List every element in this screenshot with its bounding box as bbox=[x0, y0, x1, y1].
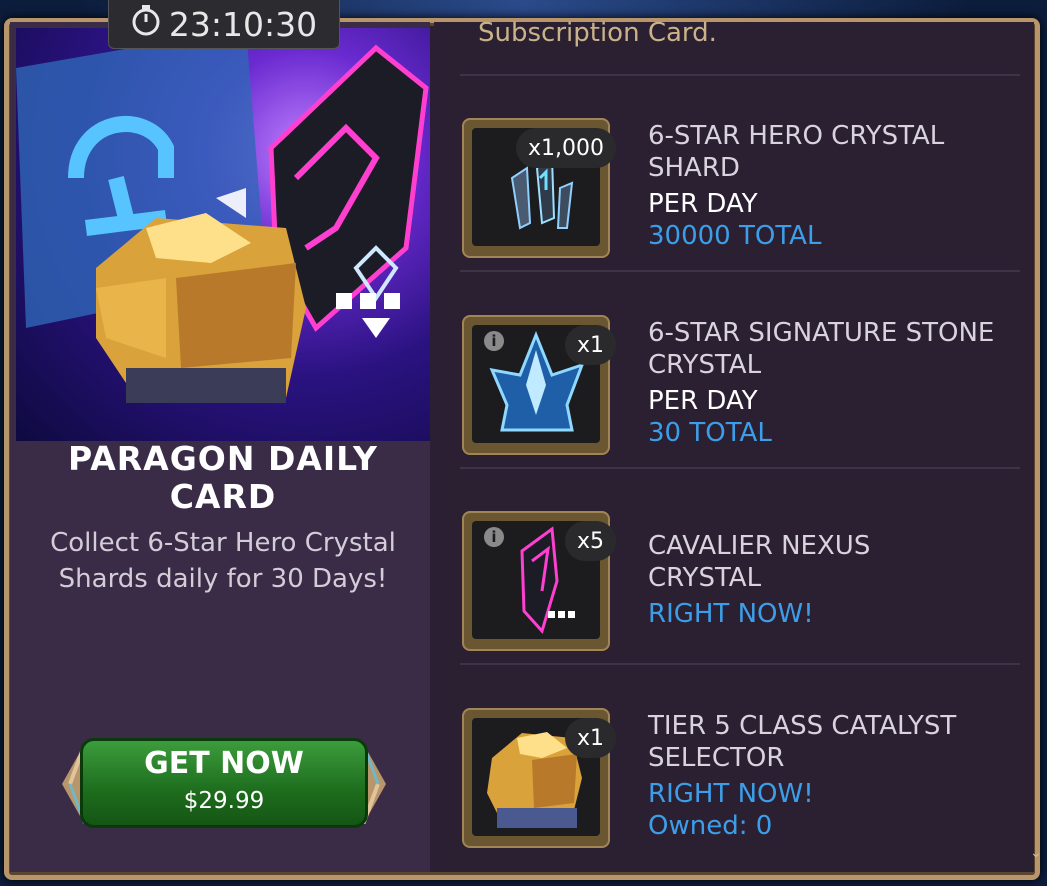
info-icon[interactable]: i bbox=[484, 527, 504, 547]
reward-frequency: PER DAY bbox=[648, 386, 758, 416]
reward-details: 6-STAR HERO CRYSTAL SHARD PER DAY 30000 … bbox=[648, 120, 1028, 252]
reward-slot[interactable]: x1,000 bbox=[462, 118, 616, 258]
reward-name: CRYSTAL bbox=[648, 563, 762, 593]
reward-slot[interactable]: x1 bbox=[462, 708, 616, 848]
info-icon[interactable]: i bbox=[484, 331, 504, 351]
button-label: GET NOW bbox=[144, 746, 304, 781]
offer-timer: 23:10:30 bbox=[108, 0, 340, 49]
quantity-badge: x5 bbox=[564, 521, 616, 561]
divider bbox=[460, 74, 1020, 76]
quantity-badge: x1 bbox=[564, 718, 616, 758]
reward-frequency: PER DAY bbox=[648, 189, 758, 219]
reward-total: 30000 TOTAL bbox=[648, 221, 822, 251]
scrolled-caption: Subscription Card. bbox=[478, 18, 717, 48]
reward-name: TIER 5 CLASS CATALYST bbox=[648, 711, 957, 741]
reward-details: TIER 5 CLASS CATALYST SELECTOR RIGHT NOW… bbox=[648, 710, 1028, 842]
reward-slot[interactable]: i x5 bbox=[462, 511, 616, 651]
offer-description: Collect 6-Star Hero Crystal Shards daily… bbox=[16, 525, 430, 597]
reward-details: CAVALIER NEXUS CRYSTAL RIGHT NOW! bbox=[648, 530, 1028, 630]
divider bbox=[460, 270, 1020, 272]
reward-name: 6-STAR HERO CRYSTAL bbox=[648, 121, 945, 151]
stopwatch-icon bbox=[131, 4, 161, 44]
reward-total: 30 TOTAL bbox=[648, 418, 772, 448]
offer-title-line: PARAGON DAILY bbox=[68, 439, 378, 478]
reward-slot[interactable]: i x1 bbox=[462, 315, 616, 455]
reward-name: SHARD bbox=[648, 153, 740, 183]
offer-artwork bbox=[16, 28, 430, 441]
offer-title: PARAGON DAILY CARD bbox=[16, 440, 430, 516]
offer-title-line: CARD bbox=[169, 477, 277, 516]
quantity-badge: x1,000 bbox=[515, 128, 616, 168]
owned-count: Owned: 0 bbox=[648, 811, 773, 841]
offer-description-line: Shards daily for 30 Days! bbox=[58, 564, 388, 594]
reward-name: CRYSTAL bbox=[648, 350, 762, 380]
divider bbox=[460, 663, 1020, 665]
reward-availability: RIGHT NOW! bbox=[648, 599, 814, 629]
reward-details: 6-STAR SIGNATURE STONE CRYSTAL PER DAY 3… bbox=[648, 317, 1028, 449]
divider bbox=[460, 467, 1020, 469]
reward-name: 6-STAR SIGNATURE STONE bbox=[648, 318, 995, 348]
scroll-indicator-icon[interactable]: ⌄ bbox=[1030, 845, 1042, 861]
quantity-badge: x1 bbox=[564, 325, 616, 365]
timer-value: 23:10:30 bbox=[168, 4, 318, 44]
get-now-button[interactable]: GET NOW $29.99 bbox=[62, 732, 386, 836]
button-price: $29.99 bbox=[183, 788, 265, 814]
reward-availability: RIGHT NOW! bbox=[648, 779, 814, 809]
reward-name: SELECTOR bbox=[648, 743, 785, 773]
reward-name: CAVALIER NEXUS bbox=[648, 531, 871, 561]
offer-description-line: Collect 6-Star Hero Crystal bbox=[50, 528, 396, 558]
